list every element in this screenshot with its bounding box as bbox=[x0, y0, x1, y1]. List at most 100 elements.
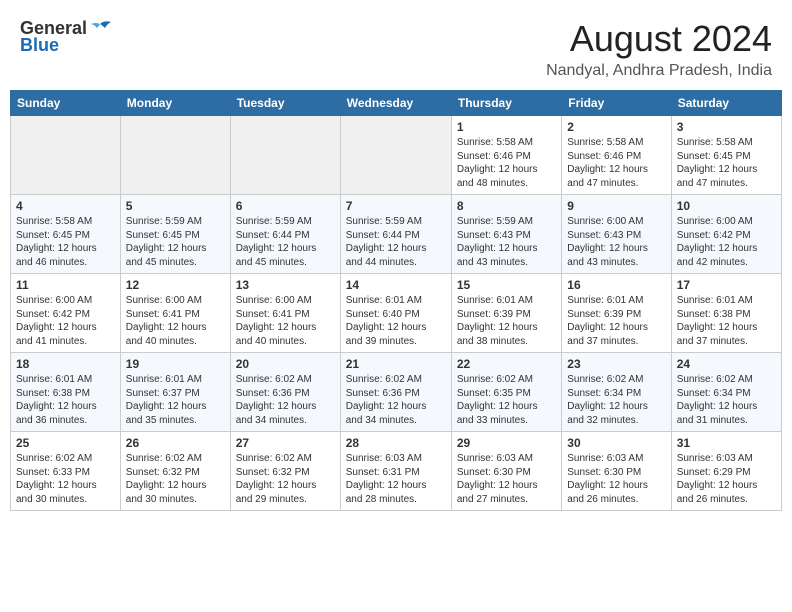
day-detail: Sunrise: 6:00 AM Sunset: 6:41 PM Dayligh… bbox=[236, 294, 335, 348]
day-detail: Sunrise: 6:02 AM Sunset: 6:35 PM Dayligh… bbox=[457, 373, 556, 427]
calendar-cell: 26Sunrise: 6:02 AM Sunset: 6:32 PM Dayli… bbox=[120, 432, 230, 511]
day-number: 10 bbox=[677, 199, 776, 213]
day-detail: Sunrise: 5:58 AM Sunset: 6:45 PM Dayligh… bbox=[677, 136, 776, 190]
day-detail: Sunrise: 5:58 AM Sunset: 6:46 PM Dayligh… bbox=[457, 136, 556, 190]
calendar-cell bbox=[230, 116, 340, 195]
day-detail: Sunrise: 6:02 AM Sunset: 6:33 PM Dayligh… bbox=[16, 452, 115, 506]
day-detail: Sunrise: 6:00 AM Sunset: 6:43 PM Dayligh… bbox=[567, 215, 665, 269]
calendar-cell: 17 Sunrise: 6:01 AM Sunset: 6:38 PM Dayli… bbox=[671, 274, 781, 353]
day-number: 11 bbox=[16, 278, 115, 292]
calendar-cell: 24Sunrise: 6:02 AM Sunset: 6:34 PM Dayli… bbox=[671, 353, 781, 432]
calendar-cell: 15 Sunrise: 6:01 AM Sunset: 6:39 PM Dayli… bbox=[451, 274, 561, 353]
calendar-cell: 20 Sunrise: 6:02 AM Sunset: 6:36 PM Dayli… bbox=[230, 353, 340, 432]
day-detail: Sunrise: 6:01 AM Sunset: 6:40 PM Dayligh… bbox=[346, 294, 446, 348]
calendar-week-1: 1 Sunrise: 5:58 AM Sunset: 6:46 PM Daylig… bbox=[11, 116, 782, 195]
day-detail: Sunrise: 6:02 AM Sunset: 6:34 PM Dayligh… bbox=[567, 373, 665, 427]
weekday-header-row: SundayMondayTuesdayWednesdayThursdayFrid… bbox=[11, 91, 782, 116]
day-number: 13 bbox=[236, 278, 335, 292]
day-number: 30 bbox=[567, 436, 665, 450]
month-year-title: August 2024 bbox=[546, 18, 772, 60]
day-number: 19 bbox=[126, 357, 225, 371]
weekday-header-monday: Monday bbox=[120, 91, 230, 116]
day-number: 23 bbox=[567, 357, 665, 371]
calendar-cell: 19 Sunrise: 6:01 AM Sunset: 6:37 PM Dayli… bbox=[120, 353, 230, 432]
calendar-cell: 23 Sunrise: 6:02 AM Sunset: 6:34 PM Dayli… bbox=[562, 353, 671, 432]
calendar-cell: 7 Sunrise: 5:59 AM Sunset: 6:44 PM Daylig… bbox=[340, 195, 451, 274]
day-number: 1 bbox=[457, 120, 556, 134]
weekday-header-sunday: Sunday bbox=[11, 91, 121, 116]
day-number: 4 bbox=[16, 199, 115, 213]
calendar-cell: 10 Sunrise: 6:00 AM Sunset: 6:42 PM Dayli… bbox=[671, 195, 781, 274]
day-number: 5 bbox=[126, 199, 225, 213]
calendar-cell: 25 Sunrise: 6:02 AM Sunset: 6:33 PM Dayli… bbox=[11, 432, 121, 511]
calendar-cell: 4 Sunrise: 5:58 AM Sunset: 6:45 PM Daylig… bbox=[11, 195, 121, 274]
calendar-cell: 28 Sunrise: 6:03 AM Sunset: 6:31 PM Dayli… bbox=[340, 432, 451, 511]
calendar-cell bbox=[120, 116, 230, 195]
day-number: 7 bbox=[346, 199, 446, 213]
day-detail: Sunrise: 6:01 AM Sunset: 6:38 PM Dayligh… bbox=[16, 373, 115, 427]
day-number: 25 bbox=[16, 436, 115, 450]
day-detail: Sunrise: 6:00 AM Sunset: 6:41 PM Dayligh… bbox=[126, 294, 225, 348]
calendar-table: SundayMondayTuesdayWednesdayThursdayFrid… bbox=[10, 90, 782, 511]
calendar-cell: 16 Sunrise: 6:01 AM Sunset: 6:39 PM Dayli… bbox=[562, 274, 671, 353]
day-number: 31 bbox=[677, 436, 776, 450]
day-number: 20 bbox=[236, 357, 335, 371]
day-number: 17 bbox=[677, 278, 776, 292]
day-detail: Sunrise: 6:03 AM Sunset: 6:30 PM Dayligh… bbox=[567, 452, 665, 506]
day-number: 24 bbox=[677, 357, 776, 371]
day-number: 15 bbox=[457, 278, 556, 292]
calendar-cell: 27 Sunrise: 6:02 AM Sunset: 6:32 PM Dayli… bbox=[230, 432, 340, 511]
calendar-cell: 1 Sunrise: 5:58 AM Sunset: 6:46 PM Daylig… bbox=[451, 116, 561, 195]
day-detail: Sunrise: 6:01 AM Sunset: 6:37 PM Dayligh… bbox=[126, 373, 225, 427]
day-detail: Sunrise: 6:03 AM Sunset: 6:31 PM Dayligh… bbox=[346, 452, 446, 506]
calendar-cell: 21Sunrise: 6:02 AM Sunset: 6:36 PM Dayli… bbox=[340, 353, 451, 432]
calendar-cell: 13 Sunrise: 6:00 AM Sunset: 6:41 PM Dayli… bbox=[230, 274, 340, 353]
calendar-cell: 2Sunrise: 5:58 AM Sunset: 6:46 PM Daylig… bbox=[562, 116, 671, 195]
day-detail: Sunrise: 6:02 AM Sunset: 6:32 PM Dayligh… bbox=[236, 452, 335, 506]
day-number: 22 bbox=[457, 357, 556, 371]
day-detail: Sunrise: 6:01 AM Sunset: 6:39 PM Dayligh… bbox=[567, 294, 665, 348]
calendar-cell: 6 Sunrise: 5:59 AM Sunset: 6:44 PM Daylig… bbox=[230, 195, 340, 274]
page-header: General Blue August 2024 Nandyal, Andhra… bbox=[10, 10, 782, 84]
calendar-week-4: 18 Sunrise: 6:01 AM Sunset: 6:38 PM Dayli… bbox=[11, 353, 782, 432]
day-number: 6 bbox=[236, 199, 335, 213]
logo-bird-icon bbox=[89, 20, 111, 36]
calendar-cell: 30 Sunrise: 6:03 AM Sunset: 6:30 PM Dayli… bbox=[562, 432, 671, 511]
logo: General Blue bbox=[20, 18, 111, 56]
calendar-cell: 18 Sunrise: 6:01 AM Sunset: 6:38 PM Dayli… bbox=[11, 353, 121, 432]
day-number: 8 bbox=[457, 199, 556, 213]
day-detail: Sunrise: 6:02 AM Sunset: 6:36 PM Dayligh… bbox=[346, 373, 446, 427]
day-number: 27 bbox=[236, 436, 335, 450]
logo-blue-text: Blue bbox=[20, 35, 59, 56]
day-number: 29 bbox=[457, 436, 556, 450]
weekday-header-thursday: Thursday bbox=[451, 91, 561, 116]
calendar-cell: 3Sunrise: 5:58 AM Sunset: 6:45 PM Daylig… bbox=[671, 116, 781, 195]
day-number: 16 bbox=[567, 278, 665, 292]
day-detail: Sunrise: 6:00 AM Sunset: 6:42 PM Dayligh… bbox=[16, 294, 115, 348]
day-detail: Sunrise: 6:02 AM Sunset: 6:36 PM Dayligh… bbox=[236, 373, 335, 427]
day-number: 2 bbox=[567, 120, 665, 134]
weekday-header-wednesday: Wednesday bbox=[340, 91, 451, 116]
day-detail: Sunrise: 5:59 AM Sunset: 6:44 PM Dayligh… bbox=[346, 215, 446, 269]
calendar-cell: 12 Sunrise: 6:00 AM Sunset: 6:41 PM Dayli… bbox=[120, 274, 230, 353]
day-detail: Sunrise: 6:00 AM Sunset: 6:42 PM Dayligh… bbox=[677, 215, 776, 269]
calendar-week-3: 11 Sunrise: 6:00 AM Sunset: 6:42 PM Dayli… bbox=[11, 274, 782, 353]
day-detail: Sunrise: 5:59 AM Sunset: 6:44 PM Dayligh… bbox=[236, 215, 335, 269]
day-number: 12 bbox=[126, 278, 225, 292]
day-number: 18 bbox=[16, 357, 115, 371]
calendar-cell: 9 Sunrise: 6:00 AM Sunset: 6:43 PM Daylig… bbox=[562, 195, 671, 274]
calendar-cell: 8 Sunrise: 5:59 AM Sunset: 6:43 PM Daylig… bbox=[451, 195, 561, 274]
title-block: August 2024 Nandyal, Andhra Pradesh, Ind… bbox=[546, 18, 772, 80]
calendar-cell: 22 Sunrise: 6:02 AM Sunset: 6:35 PM Dayli… bbox=[451, 353, 561, 432]
day-number: 28 bbox=[346, 436, 446, 450]
day-detail: Sunrise: 5:58 AM Sunset: 6:45 PM Dayligh… bbox=[16, 215, 115, 269]
calendar-week-5: 25 Sunrise: 6:02 AM Sunset: 6:33 PM Dayli… bbox=[11, 432, 782, 511]
day-detail: Sunrise: 6:01 AM Sunset: 6:38 PM Dayligh… bbox=[677, 294, 776, 348]
calendar-cell: 29Sunrise: 6:03 AM Sunset: 6:30 PM Dayli… bbox=[451, 432, 561, 511]
day-number: 9 bbox=[567, 199, 665, 213]
day-detail: Sunrise: 6:01 AM Sunset: 6:39 PM Dayligh… bbox=[457, 294, 556, 348]
weekday-header-friday: Friday bbox=[562, 91, 671, 116]
day-detail: Sunrise: 5:59 AM Sunset: 6:43 PM Dayligh… bbox=[457, 215, 556, 269]
weekday-header-tuesday: Tuesday bbox=[230, 91, 340, 116]
day-number: 14 bbox=[346, 278, 446, 292]
